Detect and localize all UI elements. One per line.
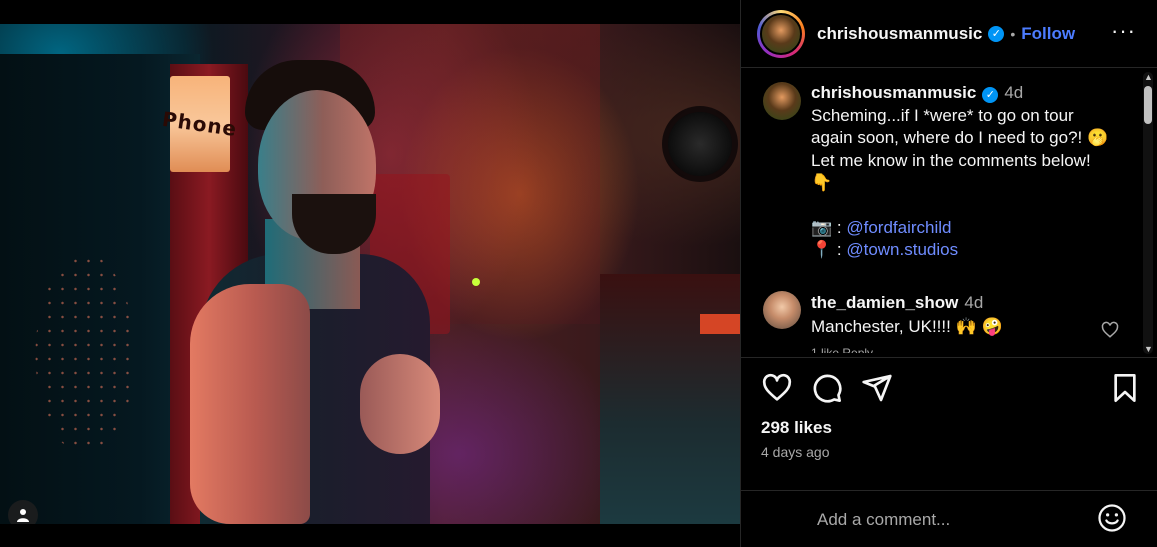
send-icon[interactable]: [861, 372, 893, 404]
add-comment-input[interactable]: [817, 509, 1077, 531]
caption-line-3: Let me know in the comments below!: [811, 150, 1091, 170]
photo-console-light: [700, 314, 740, 334]
location-credit-line: 📍 : @town.studios: [811, 240, 959, 259]
caption-line-1: Scheming...if I *were* to go on tour: [811, 105, 1074, 125]
header-separator: •: [1010, 25, 1016, 42]
comment-avatar[interactable]: [763, 291, 801, 329]
header-username[interactable]: chrishousmanmusic: [817, 24, 982, 44]
verified-badge-icon: ✓: [988, 25, 1005, 42]
location-credit-link[interactable]: @town.studios: [846, 240, 958, 259]
avatar: [760, 12, 802, 55]
more-options-button[interactable]: ···: [1111, 18, 1136, 44]
comment-body: the_damien_show 4d Manchester, UK!!!! 🙌 🤪…: [811, 291, 1003, 353]
caption-line-4: 👇: [811, 173, 833, 192]
caption-username[interactable]: chrishousmanmusic: [811, 83, 976, 102]
comment-icon[interactable]: [811, 372, 843, 404]
camera-emoji-icon: 📷: [811, 217, 833, 237]
likes-count[interactable]: 298 likes: [761, 418, 832, 438]
post-header: chrishousmanmusic ✓ • Follow ···: [741, 0, 1157, 68]
caption-body: chrishousmanmusic ✓ 4d Scheming...if I *we…: [811, 82, 1108, 262]
scroll-down-arrow-icon[interactable]: ▼: [1144, 344, 1153, 354]
photo-credit-link[interactable]: @fordfairchild: [846, 218, 951, 237]
caption-time[interactable]: 4d: [1004, 83, 1023, 102]
person-icon: [17, 509, 29, 522]
tagged-users-button[interactable]: [8, 500, 38, 524]
phone-sign-text: Phone: [160, 106, 240, 142]
comment-item: the_damien_show 4d Manchester, UK!!!! 🙌 🤪…: [763, 291, 1133, 353]
comment-meta[interactable]: 1 like Reply: [811, 341, 1003, 353]
scrollbar-thumb[interactable]: [1144, 86, 1152, 124]
verified-badge-icon: ✓: [982, 87, 999, 104]
bottom-letterbox: [0, 524, 740, 547]
photo-credit-line: 📷 : @fordfairchild: [811, 217, 952, 237]
caption: chrishousmanmusic ✓ 4d Scheming...if I *we…: [763, 82, 1133, 262]
add-comment-bar: [741, 490, 1157, 547]
post-photo[interactable]: Phone: [0, 24, 740, 524]
header-avatar-ring[interactable]: [757, 9, 805, 58]
action-bar: [741, 372, 1157, 412]
photo-green-light: [472, 278, 480, 286]
post-date[interactable]: 4 days ago: [761, 444, 830, 460]
heart-icon[interactable]: [761, 372, 793, 404]
comments-scrollbar[interactable]: ▲ ▼: [1143, 72, 1153, 354]
scroll-up-arrow-icon[interactable]: ▲: [1144, 72, 1153, 82]
comment-text: Manchester, UK!!!! 🙌 🤪: [811, 317, 1003, 336]
comments-list[interactable]: chrishousmanmusic ✓ 4d Scheming...if I *we…: [741, 68, 1157, 358]
comment-time[interactable]: 4d: [964, 293, 983, 312]
phone-sign: Phone: [161, 76, 239, 172]
photo-speaker: [662, 106, 738, 182]
post-detail-panel: chrishousmanmusic ✓ • Follow ··· chrisho…: [740, 0, 1157, 547]
bookmark-icon[interactable]: [1109, 372, 1141, 404]
caption-avatar[interactable]: [763, 82, 801, 120]
emoji-icon[interactable]: [1097, 503, 1127, 533]
photo-console: [600, 274, 740, 524]
comment-username[interactable]: the_damien_show: [811, 293, 958, 312]
person-hand: [360, 354, 440, 454]
follow-button[interactable]: Follow: [1021, 24, 1075, 44]
comment-like-heart-icon[interactable]: [1101, 321, 1119, 339]
pin-emoji-icon: 📍: [811, 240, 833, 259]
caption-line-2: again soon, where do I need to go?! 🫢: [811, 128, 1109, 147]
person-arm: [190, 284, 310, 524]
